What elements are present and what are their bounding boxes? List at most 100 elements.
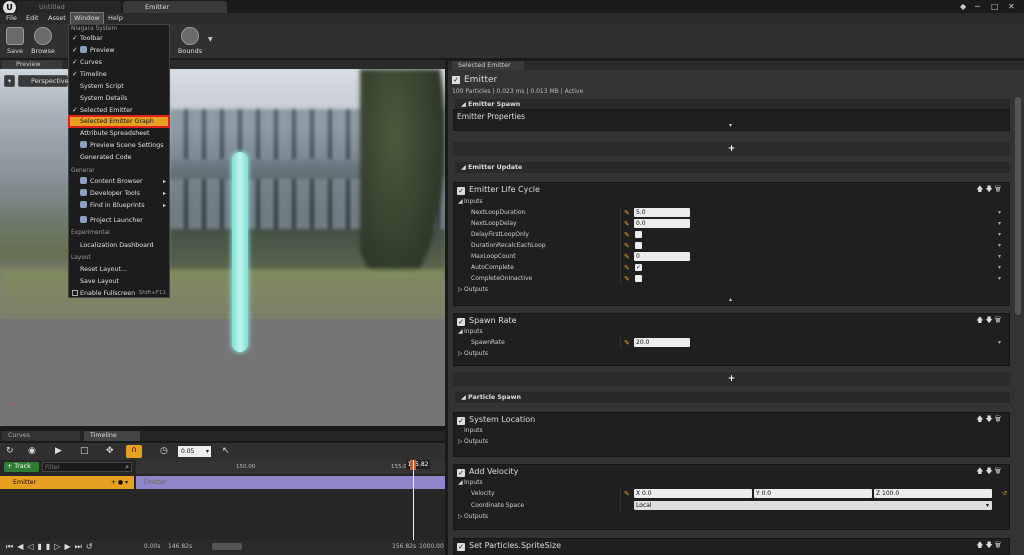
menu-item-selected-emitter-graph[interactable]: Selected Emitter Graph [68, 115, 170, 128]
chevron-down-icon[interactable]: ▾ [998, 273, 1001, 284]
timeline-scrollbar[interactable] [212, 543, 242, 550]
menu-edit[interactable]: Edit [23, 13, 42, 24]
bounds-button[interactable]: Bounds [175, 25, 205, 57]
chevron-down-icon[interactable]: ▾ [998, 218, 1001, 229]
velocity-y-input[interactable]: Y 0.0 [754, 489, 872, 498]
chevron-down-icon[interactable]: ▾ [998, 337, 1001, 348]
menu-item-curves[interactable]: ✓ Curves [69, 57, 169, 68]
add-track-button[interactable]: + Track [4, 462, 39, 472]
chevron-down-icon[interactable]: ▾ [998, 251, 1001, 262]
inputs-row[interactable]: ◢ Inputs [454, 196, 1009, 207]
camera-icon[interactable]: ◉ [28, 446, 36, 456]
menu-file[interactable]: File [3, 13, 20, 24]
module-controls[interactable]: 🡅🡇🗑 [976, 185, 1003, 196]
velocity-x-input[interactable]: X 0.0 [634, 489, 752, 498]
tab-untitled[interactable]: Untitled [17, 1, 121, 13]
inputs-row[interactable]: ◢ Inputs [454, 477, 1009, 488]
viewport-options-icon[interactable]: ▾ [4, 75, 15, 87]
user-icon[interactable]: ◆ [960, 2, 966, 11]
move-icon[interactable]: ✥ [106, 446, 114, 456]
menu-asset[interactable]: Asset [45, 13, 69, 24]
add-emitter-update-module-button[interactable]: + [453, 372, 1010, 386]
transport-controls[interactable]: ⏮◀◁▮▮▷▶⏭↺ [6, 542, 97, 552]
menu-item-find-in-blueprints[interactable]: Find in Blueprints ▸ [69, 200, 169, 211]
coordinate-space-select[interactable]: Local ▾ [634, 501, 992, 510]
menu-item-enable-fullscreen[interactable]: Enable Fullscreen Shift+F11 [69, 288, 169, 299]
expand-icon[interactable]: ▾ [729, 122, 732, 129]
module-enabled-checkbox[interactable]: ✓ [457, 543, 465, 551]
module-enabled-checkbox[interactable]: ✓ [457, 318, 465, 326]
outputs-row[interactable]: ▷ Outputs [454, 511, 1009, 522]
menu-item-selected-emitter[interactable]: ✓ Selected Emitter [69, 105, 169, 116]
cursor-icon[interactable]: ↖ [222, 446, 230, 456]
refresh-icon[interactable]: ↻ [6, 446, 14, 456]
delayfirstlooponly-checkbox[interactable] [635, 231, 642, 238]
track-emitter[interactable]: Emitter + ● ▾ [0, 476, 134, 489]
menu-item-preview[interactable]: ✓ Preview [69, 45, 169, 56]
menu-item-generated-code[interactable]: Generated Code [69, 152, 169, 163]
menu-item-preview-scene-settings[interactable]: Preview Scene Settings [69, 140, 169, 151]
save-button[interactable]: Save [2, 25, 28, 57]
menu-help[interactable]: Help [105, 13, 126, 24]
chevron-down-icon[interactable]: ▾ [998, 240, 1001, 251]
menu-item-timeline[interactable]: ✓ Timeline [69, 69, 169, 80]
emitter-enabled-checkbox[interactable]: ✓ [452, 76, 460, 84]
preview-viewport[interactable]: ▾ Perspective ⊾ [0, 69, 445, 426]
inputs-row[interactable]: ◢ Inputs [454, 326, 1009, 337]
menu-item-toolbar[interactable]: ✓ Toolbar [69, 33, 169, 44]
minimize-icon[interactable]: ─ [975, 2, 980, 11]
outputs-row[interactable]: ▷ Outputs [454, 348, 1009, 359]
close-icon[interactable]: ✕ [1008, 2, 1015, 11]
loop-icon[interactable]: □ [80, 446, 89, 456]
nextloopduration-input[interactable]: 5.0 [634, 208, 690, 217]
track-options-icon[interactable]: + ● ▾ [111, 476, 128, 489]
module-enabled-checkbox[interactable]: ✓ [457, 469, 465, 477]
menu-item-content-browser[interactable]: Content Browser ▸ [69, 176, 169, 187]
section-emitter-update[interactable]: ◢ Emitter Update [455, 162, 1010, 173]
spawn-rate-input[interactable]: 20.0 [634, 338, 690, 347]
collapse-icon[interactable]: ▴ [729, 296, 732, 303]
panel-scrollbar[interactable] [1015, 97, 1021, 315]
fullscreen-checkbox[interactable] [72, 290, 78, 296]
outputs-row[interactable]: ▷ Outputs [454, 284, 1009, 295]
menu-item-reset-layout[interactable]: Reset Layout... [69, 264, 169, 275]
perspective-button[interactable]: Perspective [18, 75, 69, 87]
menu-item-localization-dashboard[interactable]: Localization Dashboard [69, 240, 169, 251]
outputs-row[interactable]: ▷ Outputs [454, 436, 1009, 447]
clock-icon[interactable]: ◷ [160, 446, 168, 456]
tab-selected-emitter[interactable]: Selected Emitter [452, 61, 524, 70]
velocity-z-input[interactable]: Z 100.0 [874, 489, 992, 498]
play-mode-icon[interactable]: ▶ [55, 446, 62, 456]
autocomplete-checkbox[interactable]: ✓ [635, 264, 642, 271]
bounds-dropdown-icon[interactable]: ▼ [208, 36, 213, 43]
module-enabled-checkbox[interactable]: ✓ [457, 417, 465, 425]
completeoninactive-checkbox[interactable] [635, 275, 642, 282]
maximize-icon[interactable]: □ [991, 2, 999, 11]
emitter-properties-module[interactable]: Emitter Properties ▾ [453, 109, 1010, 131]
reset-icon[interactable]: ↺ [1002, 488, 1007, 499]
nextloopdelay-input[interactable]: 0.0 [634, 219, 690, 228]
maxloopcount-input[interactable]: 0 [634, 252, 690, 261]
menu-item-project-launcher[interactable]: Project Launcher [69, 215, 169, 226]
emitter-timeline-bar[interactable]: Emitter [136, 476, 445, 489]
tab-emitter[interactable]: Emitter [123, 1, 227, 13]
inputs-row[interactable]: Inputs [454, 425, 1009, 436]
menu-item-system-details[interactable]: System Details [69, 93, 169, 104]
snap-magnet-icon[interactable]: ∩ [126, 445, 142, 458]
menu-item-system-script[interactable]: System Script [69, 81, 169, 92]
time-ruler[interactable]: 150.00 155.00 155.82 [136, 460, 445, 474]
module-controls[interactable]: 🡅🡇🗑 [976, 541, 1003, 552]
menu-item-developer-tools[interactable]: Developer Tools ▸ [69, 188, 169, 199]
menu-item-attribute-spreadsheet[interactable]: Attribute Spreadsheet [69, 128, 169, 139]
add-emitter-spawn-module-button[interactable]: + [453, 142, 1010, 156]
snap-value-select[interactable]: 0.05 ▾ [178, 446, 211, 457]
chevron-down-icon[interactable]: ▾ [998, 229, 1001, 240]
pencil-icon[interactable]: ✎ [624, 489, 630, 500]
browse-button[interactable]: Browse [30, 25, 56, 57]
chevron-down-icon[interactable]: ▾ [998, 207, 1001, 218]
menu-window[interactable]: Window [70, 12, 104, 25]
menu-item-save-layout[interactable]: Save Layout [69, 276, 169, 287]
tab-curves[interactable]: Curves [2, 431, 80, 441]
section-particle-spawn[interactable]: ◢ Particle Spawn [455, 392, 1010, 403]
tab-timeline[interactable]: Timeline [84, 431, 140, 441]
